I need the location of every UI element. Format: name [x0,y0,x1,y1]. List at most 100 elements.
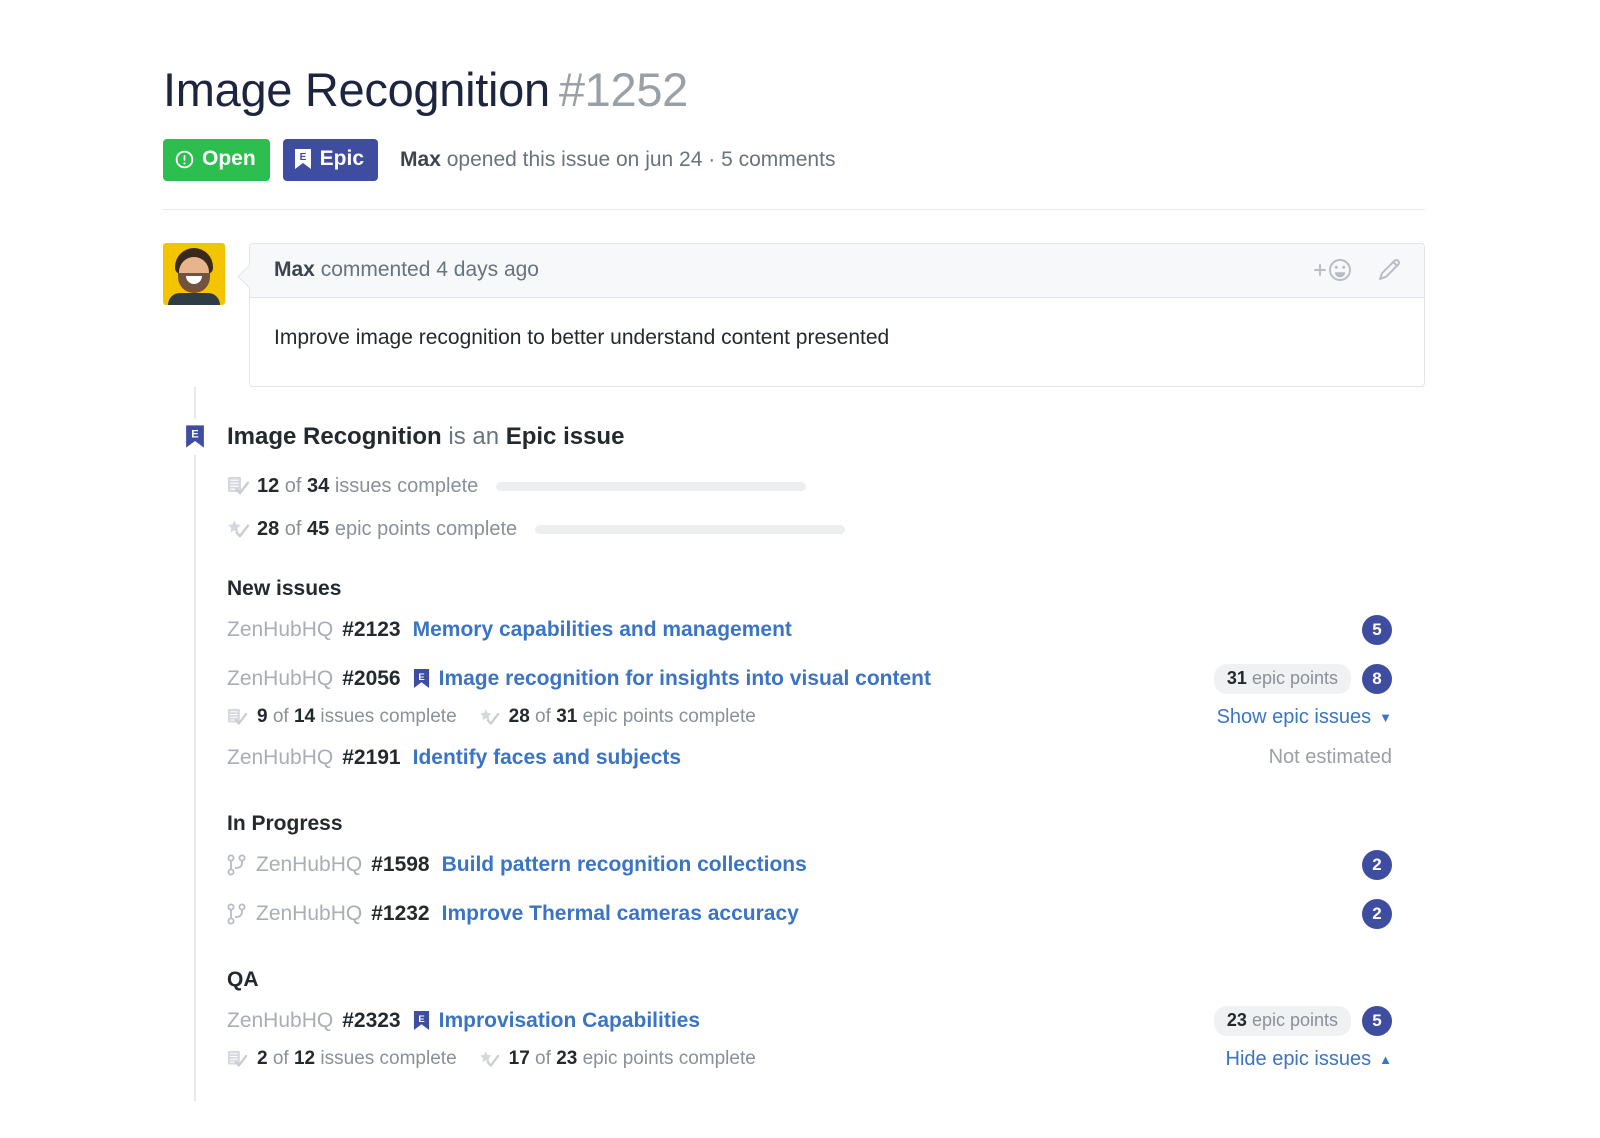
issue-row[interactable]: ZenHubHQ #2191 Identify faces and subjects… [227,738,1425,778]
timeline-line [194,386,196,1101]
issue-repo: ZenHubHQ [256,901,363,925]
issue-page: Image Recognition #1252 Open E Epic Max … [0,0,1600,1138]
comment-block: Max commented 4 days ago Improve image r… [163,242,1425,387]
issue-row-main: ZenHubHQ #2123 Memory capabilities and man… [227,618,1362,642]
epic-header: E Image Recognition is an Epic issue [163,417,1425,457]
epic-points-pill: 23 epic points [1213,1005,1351,1036]
epic-points-pill: 31 epic points [1213,663,1351,694]
issue-row-meta: 23 epic points 5 [1213,1005,1425,1036]
checklist-check-icon [227,1050,249,1069]
group-title: New issues [227,576,342,600]
issue-title-link[interactable]: Memory capabilities and management [413,618,792,642]
issue-meta-text: Max opened this issue on jun 24 · 5 comm… [400,148,835,172]
issue-row-meta: 5 [1362,614,1425,645]
svg-text:E: E [418,1014,424,1025]
sub-issues-total: 14 [293,706,316,728]
not-estimated-label: Not estimated [1268,746,1392,769]
sub-issues-of: of [267,1048,294,1070]
comment-card: Max commented 4 days ago Improve image r… [249,242,1425,387]
git-branch-icon [227,903,246,925]
toggle-epic-issues-link[interactable]: Show epic issues ▼ [1217,706,1425,729]
issue-title-link[interactable]: Build pattern recognition collections [442,853,807,877]
star-check-icon [479,1050,501,1069]
issue-title-link[interactable]: Improve Thermal cameras accuracy [442,902,799,926]
issue-row[interactable]: ZenHubHQ #2323 E Improvisation Capabilities… [227,1001,1425,1041]
page-content: Image Recognition #1252 Open E Epic Max … [163,63,1425,1101]
issues-of: of [279,475,308,498]
issue-row-main: ZenHubHQ #2191 Identify faces and subjects [227,746,1269,770]
epic-body: 12 of 34 issues complete 28 of 45 epic p… [227,474,1425,1071]
svg-text:E: E [299,152,306,163]
issue-row-main: ZenHubHQ #1598 Build pattern recognition c… [227,853,1362,877]
epic-ribbon-icon: E [177,418,213,455]
issue-sub-stats: 9 of 14 issues complete 28 of 31 epic poi… [227,706,1217,728]
sub-issues-label: issues complete [315,706,457,728]
epic-kind: Epic issue [505,422,625,450]
estimate-badge[interactable]: 2 [1362,898,1392,929]
issue-author: Max [400,147,441,171]
sub-points-complete: 28 of 31 epic points complete [479,706,756,728]
toggle-epic-issues-link[interactable]: Hide epic issues ▲ [1226,1048,1426,1071]
issue-number: #1252 [558,63,689,116]
page-title: Image Recognition #1252 [163,63,1425,117]
status-badge[interactable]: Open [163,138,270,181]
issue-row-meta: 2 [1362,849,1425,880]
avatar-body [168,292,220,305]
issues-done: 12 [257,475,280,498]
issue-repo: ZenHubHQ [256,852,363,876]
progress-track-issues [496,482,807,492]
epic-points-value: 23 [1226,1009,1247,1030]
issue-row[interactable]: ZenHubHQ #1598 Build pattern recognition c… [227,845,1425,885]
issue-repo: ZenHubHQ [227,666,334,690]
issue-title-link[interactable]: Improvisation Capabilities [439,1009,700,1033]
issue-title-link[interactable]: Image recognition for insights into visu… [439,667,931,691]
epic-points-label: epic points [1246,667,1338,688]
issue-repo: ZenHubHQ [227,745,334,769]
issue-row[interactable]: ZenHubHQ #2056 E Image recognition for insi… [227,659,1425,699]
svg-text:E: E [191,429,198,441]
star-check-icon [227,519,257,540]
chevron-icon: ▲ [1379,1051,1392,1067]
git-branch-icon [227,854,246,876]
type-badge[interactable]: E Epic [282,138,379,181]
comment-header: Max commented 4 days ago [250,243,1424,298]
issue-title-text: Image Recognition [163,63,550,116]
status-badge-label: Open [202,147,256,171]
sub-issues-label: issues complete [315,1048,457,1070]
issue-number: #2123 [342,617,401,641]
issue-number: #1232 [371,901,430,925]
epic-ribbon-icon: E [294,148,320,170]
epic-is-an: is an [441,422,506,450]
progress-label-issues: 12 of 34 issues complete [257,475,478,498]
issue-row-meta: 31 epic points 8 [1213,663,1425,694]
sub-points-total: 23 [556,1048,578,1070]
sub-issues-total: 12 [293,1048,316,1070]
avatar[interactable] [163,242,225,305]
estimate-badge[interactable]: 8 [1362,663,1392,694]
issue-title-link[interactable]: Identify faces and subjects [413,746,681,770]
comment-timestamp: commented 4 days ago [314,258,539,282]
issue-meta-detail: opened this issue on jun 24 · 5 comments [440,147,836,171]
toggle-epic-issues-label: Show epic issues [1216,705,1372,728]
sub-issues-done: 2 [257,1048,268,1070]
points-complete-text: epic points complete [329,518,518,541]
epic-points-value: 31 [1226,667,1247,688]
sub-issues-complete: 9 of 14 issues complete [227,706,457,728]
comment-byline: Max commented 4 days ago [274,258,539,282]
sub-points-done: 28 [508,706,530,728]
add-emoji-icon[interactable] [1312,257,1354,283]
estimate-badge[interactable]: 5 [1362,614,1392,645]
issue-number: #2191 [342,745,401,769]
header-divider [163,208,1425,210]
svg-text:E: E [418,672,424,683]
sub-points-of: of [529,1048,557,1070]
estimate-badge[interactable]: 5 [1362,1005,1392,1036]
estimate-badge[interactable]: 2 [1362,849,1392,880]
issues-complete-text: issues complete [329,475,479,498]
issue-row[interactable]: ZenHubHQ #1232 Improve Thermal cameras acc… [227,894,1425,934]
issue-repo: ZenHubHQ [227,617,334,641]
pencil-icon[interactable] [1376,257,1402,283]
comment-actions [1312,257,1402,283]
issue-row[interactable]: ZenHubHQ #2123 Memory capabilities and man… [227,610,1425,650]
sub-issues-done: 9 [257,706,268,728]
